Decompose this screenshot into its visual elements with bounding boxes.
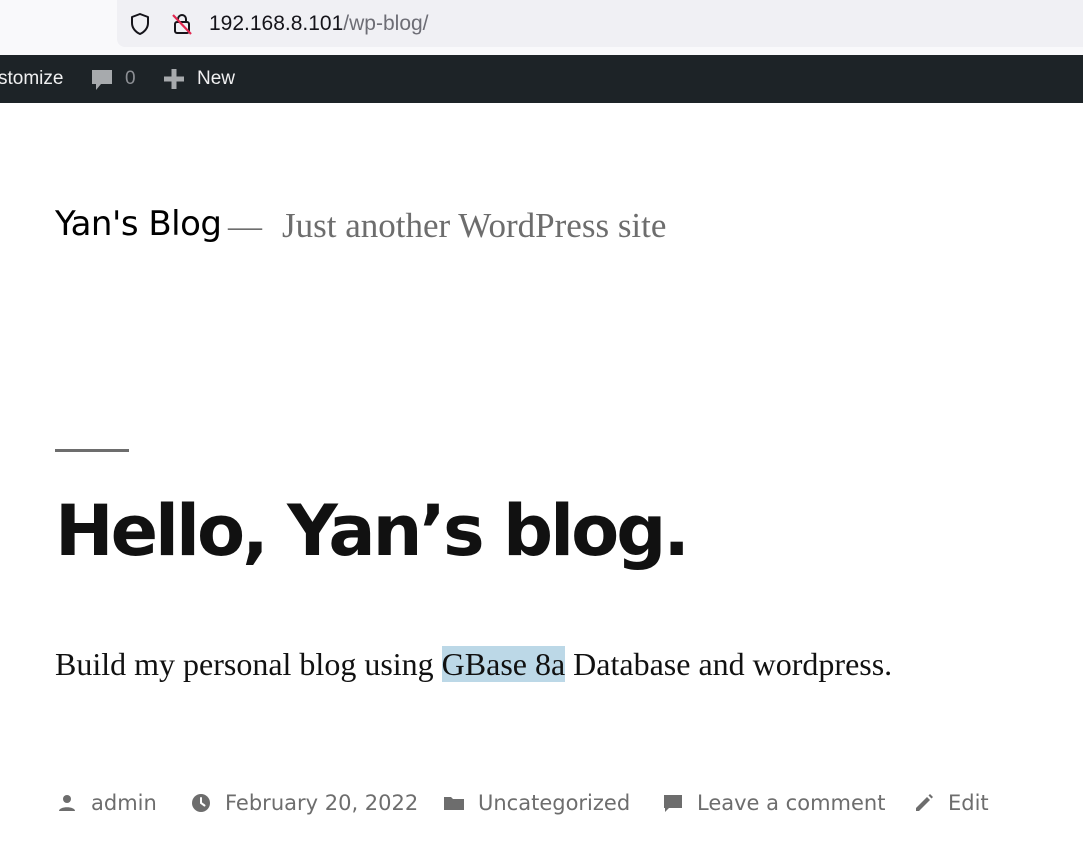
edit-post-link[interactable]: Edit bbox=[948, 788, 989, 818]
person-icon bbox=[59, 795, 75, 811]
site-title[interactable]: Yan's Blog bbox=[55, 204, 222, 244]
content-text-before: Build my personal blog using bbox=[55, 646, 442, 682]
post-title[interactable]: Hello, Yan’s blog. bbox=[55, 490, 690, 572]
post-category-link[interactable]: Uncategorized bbox=[478, 788, 630, 818]
wp-admin-bar: stomize 0 New bbox=[0, 55, 1083, 103]
comments-count[interactable]: 0 bbox=[125, 55, 136, 103]
entry-separator bbox=[55, 449, 129, 452]
leave-comment-link[interactable]: Leave a comment bbox=[697, 788, 885, 818]
url-path: /wp-blog/ bbox=[343, 12, 429, 35]
url-host: 192.168.8.101 bbox=[209, 12, 344, 35]
shield-icon[interactable] bbox=[128, 12, 152, 36]
site-description: Just another WordPress site bbox=[282, 206, 667, 245]
pencil-icon bbox=[916, 794, 933, 811]
content-text-after: Database and wordpress. bbox=[565, 646, 893, 682]
post-content: Build my personal blog using GBase 8a Da… bbox=[55, 646, 892, 683]
plus-icon[interactable] bbox=[163, 68, 185, 90]
title-separator: — bbox=[228, 208, 262, 245]
comment-bubble-icon[interactable] bbox=[89, 67, 115, 93]
insecure-lock-icon[interactable] bbox=[170, 12, 194, 36]
comment-icon bbox=[664, 795, 682, 812]
browser-toolbar: 192.168.8.101/wp-blog/ bbox=[0, 0, 1083, 55]
clock-icon bbox=[192, 794, 210, 812]
customize-link[interactable]: stomize bbox=[0, 55, 63, 103]
post-date-link[interactable]: February 20, 2022 bbox=[225, 788, 418, 818]
new-content-link[interactable]: New bbox=[197, 55, 235, 103]
url-text[interactable]: 192.168.8.101/wp-blog/ bbox=[209, 10, 429, 38]
folder-icon bbox=[444, 797, 464, 810]
selected-text: GBase 8a bbox=[441, 646, 566, 682]
post-author-link[interactable]: admin bbox=[91, 788, 157, 818]
